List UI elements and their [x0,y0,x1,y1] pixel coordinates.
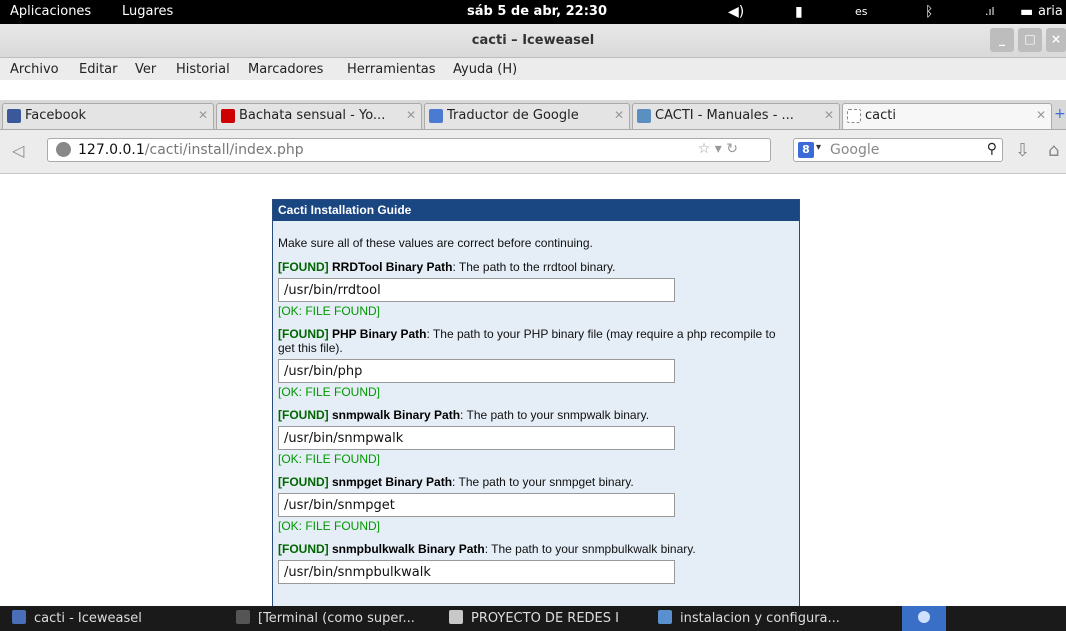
guide-intro: Make sure all of these values are correc… [278,236,593,250]
bluetooth-icon[interactable]: ᛒ [925,0,933,24]
page-icon [637,109,651,123]
task-iceweasel[interactable]: cacti - Iceweasel [12,606,142,631]
search-placeholder: Google [830,142,880,158]
applications-menu[interactable]: Aplicaciones [10,4,91,19]
menu-bar: Archivo Editar Ver Historial Marcadores … [0,58,1066,80]
menu-archivo[interactable]: Archivo [10,62,59,77]
user-menu[interactable]: aria [1038,0,1063,24]
close-button[interactable]: × [1046,28,1066,52]
google-icon[interactable]: 8 [798,142,814,158]
installation-guide-panel: Cacti Installation Guide Make sure all o… [272,199,800,606]
task-label: [Terminal (como super... [258,611,415,626]
workspace-icon [918,611,930,623]
task-label: cacti - Iceweasel [34,611,142,626]
folder-icon [449,610,463,624]
php-path-input[interactable] [278,359,675,383]
places-menu[interactable]: Lugares [122,4,173,19]
path-item-php: [FOUND] PHP Binary Path: The path to you… [278,327,794,399]
guide-header: Cacti Installation Guide [273,200,799,221]
back-icon[interactable]: ◁ [12,141,24,160]
path-label: [FOUND] RRDTool Binary Path: The path to… [278,260,616,274]
path-label: [FOUND] snmpwalk Binary Path: The path t… [278,408,650,422]
tab-cacti-manuals[interactable]: CACTI - Manuales - ... ✕ [632,103,840,129]
iceweasel-icon [12,610,26,624]
terminal-icon [236,610,250,624]
menu-historial[interactable]: Historial [176,62,230,77]
document-icon [658,610,672,624]
blank-page-icon [847,109,861,123]
status-text: [OK: FILE FOUND] [278,304,381,318]
bookmark-star-icon[interactable]: ☆ ▾ ↻ [698,141,738,157]
task-folder[interactable]: PROYECTO DE REDES I [449,606,619,631]
clock[interactable]: sáb 5 de abr, 22:30 [467,4,607,19]
snmpget-path-input[interactable] [278,493,675,517]
search-bar[interactable]: 8 ▾ Google ⚲ [793,138,1003,162]
youtube-icon [221,109,235,123]
taskbar: cacti - Iceweasel [Terminal (como super.… [0,606,1066,631]
menu-ver[interactable]: Ver [135,62,156,77]
home-icon[interactable]: ⌂ [1048,140,1059,161]
guide-body: Make sure all of these values are correc… [273,221,799,584]
globe-icon [56,142,71,157]
status-text: [OK: FILE FOUND] [278,452,381,466]
minimize-button[interactable]: _ [990,28,1014,52]
tab-cacti[interactable]: cacti ✕ [842,103,1052,129]
status-text: [OK: FILE FOUND] [278,385,381,399]
navigation-bar: ◁ 127.0.0.1/cacti/install/index.php ☆ ▾ … [0,130,1066,174]
menu-herramientas[interactable]: Herramientas [347,62,436,77]
google-translate-icon [429,109,443,123]
tab-facebook[interactable]: Facebook ✕ [2,103,214,129]
menu-ayuda[interactable]: Ayuda (H) [453,62,517,77]
tab-label: Bachata sensual - Yo... [239,108,386,123]
tab-youtube[interactable]: Bachata sensual - Yo... ✕ [216,103,422,129]
path-item-rrdtool: [FOUND] RRDTool Binary Path: The path to… [278,260,794,318]
path-label: [FOUND] snmpbulkwalk Binary Path: The pa… [278,542,696,556]
menu-marcadores[interactable]: Marcadores [248,62,323,77]
path-item-snmpbulkwalk: [FOUND] snmpbulkwalk Binary Path: The pa… [278,542,794,584]
path-label: [FOUND] snmpget Binary Path: The path to… [278,475,634,489]
volume-icon[interactable]: ◀) [728,0,744,24]
chat-icon[interactable]: ▬ [1020,0,1033,24]
tab-label: Traductor de Google [447,108,579,123]
path-item-snmpwalk: [FOUND] snmpwalk Binary Path: The path t… [278,408,794,466]
menu-editar[interactable]: Editar [79,62,118,77]
path-item-snmpget: [FOUND] snmpget Binary Path: The path to… [278,475,794,533]
new-tab-icon[interactable]: + [1054,106,1066,122]
task-label: PROYECTO DE REDES I [471,611,619,626]
rrdtool-path-input[interactable] [278,278,675,302]
workspace-switcher[interactable] [902,606,946,631]
url-bar[interactable]: 127.0.0.1/cacti/install/index.php ☆ ▾ ↻ [47,138,771,162]
keyboard-layout[interactable]: es [855,0,868,24]
close-tab-icon[interactable]: ✕ [824,108,834,122]
close-tab-icon[interactable]: ✕ [406,108,416,122]
search-icon[interactable]: ⚲ [987,141,997,157]
task-terminal[interactable]: [Terminal (como super... [236,606,415,631]
tab-translator[interactable]: Traductor de Google ✕ [424,103,630,129]
tab-bar: Facebook ✕ Bachata sensual - Yo... ✕ Tra… [0,100,1066,130]
tab-label: CACTI - Manuales - ... [655,108,794,123]
task-document[interactable]: instalacion y configura... [658,606,840,631]
download-icon[interactable]: ⇩ [1015,140,1030,161]
tab-label: Facebook [25,108,87,123]
status-text: [OK: FILE FOUND] [278,519,381,533]
url-text: 127.0.0.1/cacti/install/index.php [78,142,304,158]
close-tab-icon[interactable]: ✕ [1036,108,1046,122]
chevron-down-icon[interactable]: ▾ [816,142,821,153]
path-label: [FOUND] PHP Binary Path: The path to you… [278,327,776,355]
tab-label: cacti [865,108,896,123]
network-icon[interactable]: .ıl [985,0,995,24]
maximize-button[interactable]: □ [1018,28,1042,52]
page-content: Cacti Installation Guide Make sure all o… [0,174,1066,606]
top-panel: Aplicaciones Lugares sáb 5 de abr, 22:30… [0,0,1066,24]
close-tab-icon[interactable]: ✕ [614,108,624,122]
window-title: cacti – Iceweasel [471,33,595,48]
snmpwalk-path-input[interactable] [278,426,675,450]
facebook-icon [7,109,21,123]
task-label: instalacion y configura... [680,611,840,626]
snmpbulkwalk-path-input[interactable] [278,560,675,584]
battery-icon[interactable]: ▮ [795,0,803,24]
window-titlebar[interactable]: cacti – Iceweasel _ □ × [0,24,1066,58]
close-tab-icon[interactable]: ✕ [198,108,208,122]
